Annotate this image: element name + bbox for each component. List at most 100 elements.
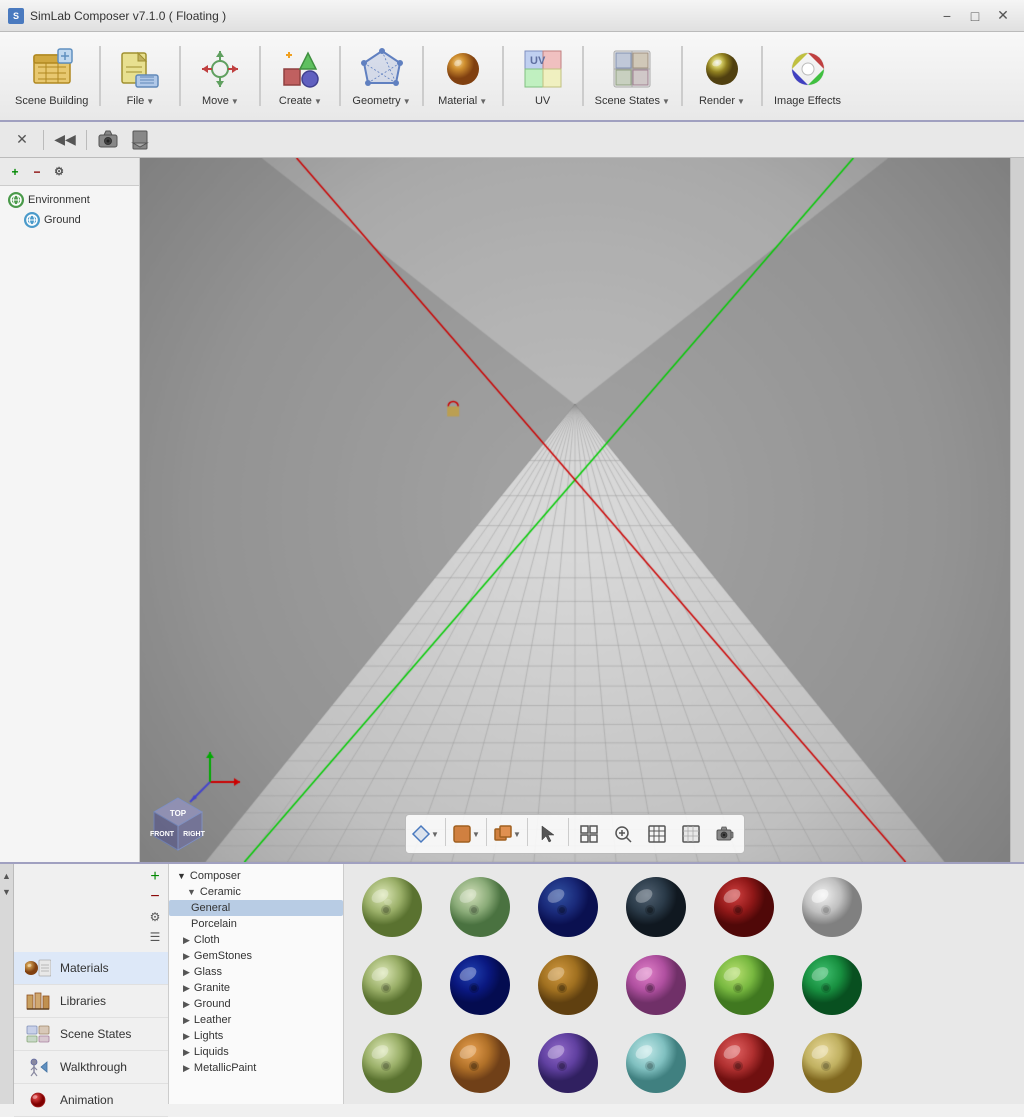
nav-animation-label: Animation bbox=[60, 1093, 113, 1107]
mat-header-metallic-paint[interactable]: ▶ MetallicPaint bbox=[169, 1060, 343, 1076]
nav-item-scene-states[interactable]: Scene States bbox=[14, 1018, 168, 1051]
sidebar-collapse-top[interactable]: ▲ bbox=[1, 870, 13, 882]
mat-header-ground[interactable]: ▶ Ground bbox=[169, 996, 343, 1012]
vp-snap-btn[interactable] bbox=[573, 818, 605, 850]
toolbar-scene-building[interactable]: Scene Building bbox=[8, 37, 95, 115]
mat-swatch[interactable] bbox=[352, 1028, 432, 1098]
scene-bookmark[interactable] bbox=[126, 127, 154, 153]
mat-root-composer[interactable]: ▼ Composer bbox=[169, 868, 343, 884]
scene-close-btn[interactable]: ✕ bbox=[8, 127, 36, 153]
3d-viewport[interactable]: TOP FRONT RIGHT ▼ ▼ bbox=[140, 158, 1010, 862]
mat-root-label: Composer bbox=[190, 870, 241, 882]
maximize-button[interactable]: □ bbox=[962, 6, 988, 26]
sidebar-collapse-bottom[interactable]: ▼ bbox=[1, 886, 13, 898]
mat-swatch[interactable] bbox=[792, 950, 872, 1020]
vp-grid2-btn[interactable] bbox=[675, 818, 707, 850]
geometry-icon bbox=[358, 45, 406, 93]
mat-swatch[interactable] bbox=[616, 872, 696, 942]
toolbar-uv[interactable]: UV UV bbox=[508, 37, 578, 115]
nav-item-libraries[interactable]: Libraries bbox=[14, 985, 168, 1018]
material-icon bbox=[439, 45, 487, 93]
close-button[interactable]: ✕ bbox=[990, 6, 1016, 26]
mat-swatch[interactable] bbox=[616, 950, 696, 1020]
vp-sep bbox=[445, 818, 446, 846]
vp-surface-btn[interactable]: ▼ bbox=[450, 818, 482, 850]
mat-swatch[interactable] bbox=[616, 1028, 696, 1098]
nav-item-walkthrough[interactable]: Walkthrough bbox=[14, 1051, 168, 1084]
toolbar-render[interactable]: Render ▼ bbox=[687, 37, 757, 115]
mat-header-glass[interactable]: ▶ Glass bbox=[169, 964, 343, 980]
mat-section-ceramic: ▼ Ceramic General Porcelain bbox=[169, 884, 343, 932]
mat-header-ceramic[interactable]: ▼ Ceramic bbox=[169, 884, 343, 900]
mat-swatch[interactable] bbox=[704, 872, 784, 942]
nav-menu-btn[interactable]: ☰ bbox=[146, 928, 164, 946]
toolbar-file[interactable]: File ▼ bbox=[105, 37, 175, 115]
toolbar-separator bbox=[761, 46, 763, 106]
nav-remove-btn[interactable]: − bbox=[146, 888, 164, 906]
nav-item-animation[interactable]: Animation bbox=[14, 1084, 168, 1117]
mat-header-gemstones[interactable]: ▶ GemStones bbox=[169, 948, 343, 964]
libraries-icon bbox=[24, 990, 52, 1012]
vp-select-btn[interactable] bbox=[532, 818, 564, 850]
mat-item-general[interactable]: General bbox=[169, 900, 343, 916]
nav-materials-label: Materials bbox=[60, 961, 109, 975]
mat-header-cloth[interactable]: ▶ Cloth bbox=[169, 932, 343, 948]
minimize-button[interactable]: − bbox=[934, 6, 960, 26]
mat-swatch[interactable] bbox=[440, 950, 520, 1020]
mat-swatch[interactable] bbox=[528, 872, 608, 942]
mat-swatch[interactable] bbox=[440, 872, 520, 942]
vp-view-nav-btn[interactable]: ▼ bbox=[409, 818, 441, 850]
nav-panel: + − ⚙ ☰ bbox=[14, 864, 169, 1104]
scene-nav-left[interactable]: ◀◀ bbox=[51, 127, 79, 153]
render-icon bbox=[698, 45, 746, 93]
mat-header-lights[interactable]: ▶ Lights bbox=[169, 1028, 343, 1044]
materials-tree: ▼ Composer ▼ Ceramic General Porcelain ▶… bbox=[169, 864, 344, 1104]
mat-header-granite[interactable]: ▶ Granite bbox=[169, 980, 343, 996]
mat-swatch[interactable] bbox=[704, 950, 784, 1020]
toolbar-geometry[interactable]: Geometry ▼ bbox=[345, 37, 417, 115]
nav-add-btn[interactable]: + bbox=[146, 868, 164, 886]
render-label: Render ▼ bbox=[699, 95, 745, 107]
nav-cube[interactable]: TOP FRONT RIGHT bbox=[148, 794, 208, 854]
title-bar-left: S SimLab Composer v7.1.0 ( Floating ) bbox=[8, 8, 226, 24]
toolbar-material[interactable]: Material ▼ bbox=[428, 37, 498, 115]
add-node-btn[interactable]: + bbox=[6, 163, 24, 181]
mat-header-leather[interactable]: ▶ Leather bbox=[169, 1012, 343, 1028]
toolbar-create[interactable]: Create ▼ bbox=[265, 37, 335, 115]
mat-lights-label: Lights bbox=[194, 1030, 223, 1042]
mat-header-liquids[interactable]: ▶ Liquids bbox=[169, 1044, 343, 1060]
mat-glass-label: Glass bbox=[194, 966, 222, 978]
mat-item-porcelain[interactable]: Porcelain bbox=[169, 916, 343, 932]
environment-label: Environment bbox=[28, 194, 90, 206]
vp-camera-btn[interactable] bbox=[709, 818, 741, 850]
tree-item-ground[interactable]: Ground bbox=[4, 210, 135, 230]
mat-swatch[interactable] bbox=[528, 1028, 608, 1098]
scene-settings-btn[interactable]: ⚙ bbox=[50, 163, 68, 181]
mat-swatch[interactable] bbox=[792, 872, 872, 942]
vp-zoom-fit-btn[interactable] bbox=[607, 818, 639, 850]
scene-building-label: Scene Building bbox=[15, 95, 88, 107]
mat-swatch[interactable] bbox=[352, 872, 432, 942]
mat-liquids-label: Liquids bbox=[194, 1046, 229, 1058]
toolbar-separator bbox=[339, 46, 341, 106]
toolbar-image-effects[interactable]: Image Effects bbox=[767, 37, 848, 115]
toolbar-move[interactable]: Move ▼ bbox=[185, 37, 255, 115]
tree-item-environment[interactable]: Environment bbox=[4, 190, 135, 210]
mat-swatch[interactable] bbox=[792, 1028, 872, 1098]
remove-node-btn[interactable]: − bbox=[28, 163, 46, 181]
window-controls[interactable]: − □ ✕ bbox=[934, 6, 1016, 26]
vp-grid-btn[interactable] bbox=[641, 818, 673, 850]
vp-object-btn[interactable]: ▼ bbox=[491, 818, 523, 850]
title-bar: S SimLab Composer v7.1.0 ( Floating ) − … bbox=[0, 0, 1024, 32]
mat-swatch[interactable] bbox=[704, 1028, 784, 1098]
scene-camera[interactable] bbox=[94, 127, 122, 153]
nav-settings-btn[interactable]: ⚙ bbox=[146, 908, 164, 926]
nav-item-materials[interactable]: Materials bbox=[14, 952, 168, 985]
scene-bar-separator bbox=[86, 130, 87, 150]
mat-swatch[interactable] bbox=[528, 950, 608, 1020]
bottom-area: ▲ ▼ + − ⚙ ☰ bbox=[0, 862, 1024, 1104]
toolbar-scene-states[interactable]: Scene States ▼ bbox=[588, 37, 677, 115]
mat-swatch[interactable] bbox=[440, 1028, 520, 1098]
mat-swatch[interactable] bbox=[352, 950, 432, 1020]
scene-tree: Environment Ground bbox=[0, 186, 139, 862]
